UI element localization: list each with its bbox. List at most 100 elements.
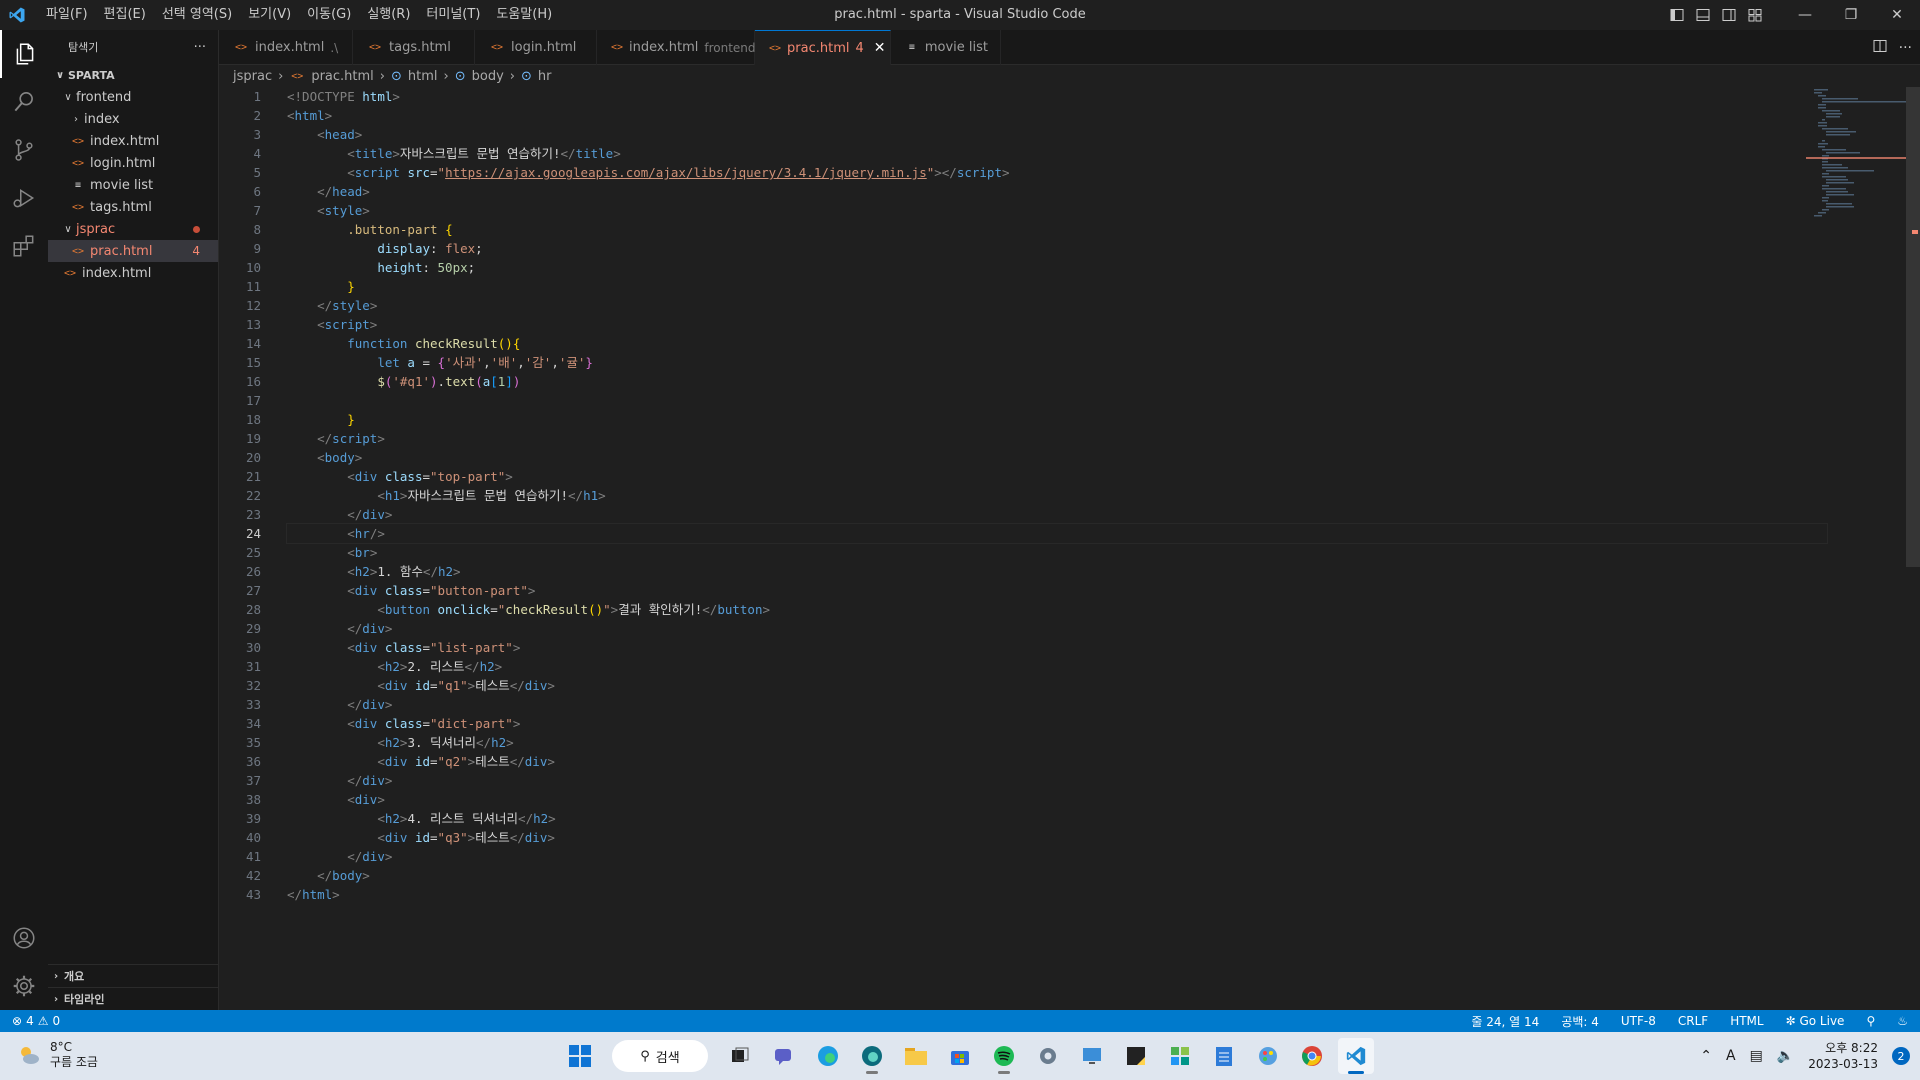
vscode-logo-icon [9,7,25,23]
menu-selection[interactable]: 선택 영역(S) [154,0,240,30]
outline-section[interactable]: › 개요 [48,964,218,987]
menu-edit[interactable]: 편집(E) [96,0,154,30]
workspace-root[interactable]: ∨ SPARTA [48,64,218,86]
line-number: 4 [253,146,261,161]
bell-icon[interactable]: ♨ [1897,1014,1908,1028]
code-line-36: <div id="q2">테스트</div> [377,754,555,769]
menu-bar: 파일(F) 편집(E) 선택 영역(S) 보기(V) 이동(G) 실행(R) 터… [38,0,560,30]
tab-tags-html[interactable]: <> tags.html [353,30,475,65]
scrollbar-thumb[interactable] [1906,87,1920,567]
problems-indicator[interactable]: ⊗ 4 ⚠ 0 [0,1014,60,1028]
menu-terminal[interactable]: 터미널(T) [418,0,488,30]
indentation[interactable]: 공백: 4 [1561,1013,1599,1030]
error-icon: ⊗ [12,1014,23,1028]
temperature: 8°C [50,1040,73,1054]
notepad-icon[interactable] [1206,1038,1242,1074]
microsoft-store-icon[interactable] [942,1038,978,1074]
more-actions-icon[interactable]: ··· [1899,40,1912,56]
run-debug-icon[interactable] [0,174,48,222]
tree-item-prac-html[interactable]: <> prac.html 4 [48,240,218,262]
menu-file[interactable]: 파일(F) [38,0,96,30]
close-window-icon[interactable]: ✕ [1874,0,1920,30]
breadcrumb-hr[interactable]: hr [538,69,552,84]
weather-widget[interactable]: 8°C 구름 조금 [16,1040,98,1070]
customize-layout-icon[interactable] [1742,0,1768,30]
menu-run[interactable]: 실행(R) [359,0,418,30]
chrome-icon[interactable] [1294,1038,1330,1074]
code-content[interactable]: <!DOCTYPE html> <html> <head> <title>자바스… [286,87,1828,904]
close-icon[interactable]: ✕ [874,40,886,56]
timeline-section[interactable]: › 타임라인 [48,987,218,1010]
more-actions-icon[interactable]: ··· [194,40,206,55]
explorer-icon[interactable] [0,30,48,78]
tree-item-root-index-html[interactable]: <> index.html [48,262,218,284]
vscode-taskbar-icon[interactable] [1338,1038,1374,1074]
clock[interactable]: 오후 8:22 2023-03-13 [1808,1040,1878,1072]
toggle-primary-sidebar-icon[interactable] [1664,0,1690,30]
encoding[interactable]: UTF-8 [1621,1014,1656,1028]
remote-desktop-icon[interactable] [1074,1038,1110,1074]
taskbar-search[interactable]: ⚲ 검색 [612,1040,708,1072]
language-mode[interactable]: HTML [1730,1014,1763,1028]
section-label: 타임라인 [64,993,105,1006]
html-file-icon: <> [71,135,85,147]
task-view-icon[interactable] [722,1038,758,1074]
breadcrumb-file[interactable]: prac.html [311,69,373,84]
line-number: 6 [253,184,261,199]
menu-view[interactable]: 보기(V) [240,0,299,30]
ime-indicator[interactable]: A [1726,1048,1736,1064]
notification-badge[interactable]: 2 [1892,1047,1910,1065]
menu-go[interactable]: 이동(G) [299,0,359,30]
tab-login-html[interactable]: <> login.html [475,30,597,65]
gear-icon[interactable] [0,962,48,1010]
breadcrumb-body[interactable]: body [472,69,504,84]
menu-help[interactable]: 도움말(H) [488,0,560,30]
network-icon[interactable]: ▤ [1750,1048,1763,1064]
extensions-icon[interactable] [0,222,48,270]
cursor-position[interactable]: 줄 24, 열 14 [1471,1013,1539,1030]
file-explorer-icon[interactable] [898,1038,934,1074]
breadcrumb-html[interactable]: html [408,69,438,84]
html-file-icon: <> [234,42,248,53]
minimize-icon[interactable]: — [1782,0,1828,30]
source-control-icon[interactable] [0,126,48,174]
tree-item-movie-list[interactable]: ≡ movie list [48,174,218,196]
split-editor-icon[interactable] [1873,39,1887,57]
chevron-up-icon[interactable]: ⌃ [1700,1048,1712,1064]
teams-chat-icon[interactable] [766,1038,802,1074]
accounts-status-icon[interactable]: ⚲ [1866,1014,1875,1028]
toggle-panel-icon[interactable] [1690,0,1716,30]
volume-icon[interactable]: 🔈 [1777,1048,1794,1064]
end-of-line[interactable]: CRLF [1678,1014,1708,1028]
vertical-scrollbar[interactable] [1906,87,1920,1010]
restore-icon[interactable]: ❐ [1828,0,1874,30]
start-icon[interactable] [562,1038,598,1074]
toggle-secondary-sidebar-icon[interactable] [1716,0,1742,30]
spotify-icon[interactable] [986,1038,1022,1074]
settings-icon[interactable] [1030,1038,1066,1074]
tab-movie-list[interactable]: ≡ movie list [891,30,1001,65]
tab-index-html[interactable]: <> index.html .\ [219,30,353,65]
tree-item-frontend[interactable]: ∨ frontend [48,86,218,108]
code-editor[interactable]: 1 2 3 4 5 6 7 8 9 10 11 12 13 14 15 16 17 18 19 20 21 22 23 24 2… [219,87,1920,1010]
tree-item-index-folder[interactable]: › index [48,108,218,130]
search-icon[interactable] [0,78,48,126]
tree-item-tags-html[interactable]: <> tags.html [48,196,218,218]
breadcrumb-folder[interactable]: jsprac [233,69,272,84]
chevron-down-icon: ∨ [64,91,72,103]
edge-dev-icon[interactable] [854,1038,890,1074]
minimap[interactable] [1806,87,1906,1010]
go-live-button[interactable]: ✼ Go Live [1786,1014,1845,1028]
tab-prac-html[interactable]: <> prac.html 4 ✕ [755,30,891,65]
sticky-notes-icon[interactable] [1118,1038,1154,1074]
tree-item-jsprac[interactable]: ∨ jsprac [48,218,218,240]
tree-item-index-html[interactable]: <> index.html [48,130,218,152]
line-number: 25 [245,545,261,560]
accounts-icon[interactable] [0,914,48,962]
tree-item-login-html[interactable]: <> login.html [48,152,218,174]
paint-icon[interactable] [1250,1038,1286,1074]
edge-icon[interactable] [810,1038,846,1074]
tree-item-label: index.html [82,265,152,281]
app-grid-icon[interactable] [1162,1038,1198,1074]
tab-index-html-frontend[interactable]: <> index.html frontend [597,30,756,65]
